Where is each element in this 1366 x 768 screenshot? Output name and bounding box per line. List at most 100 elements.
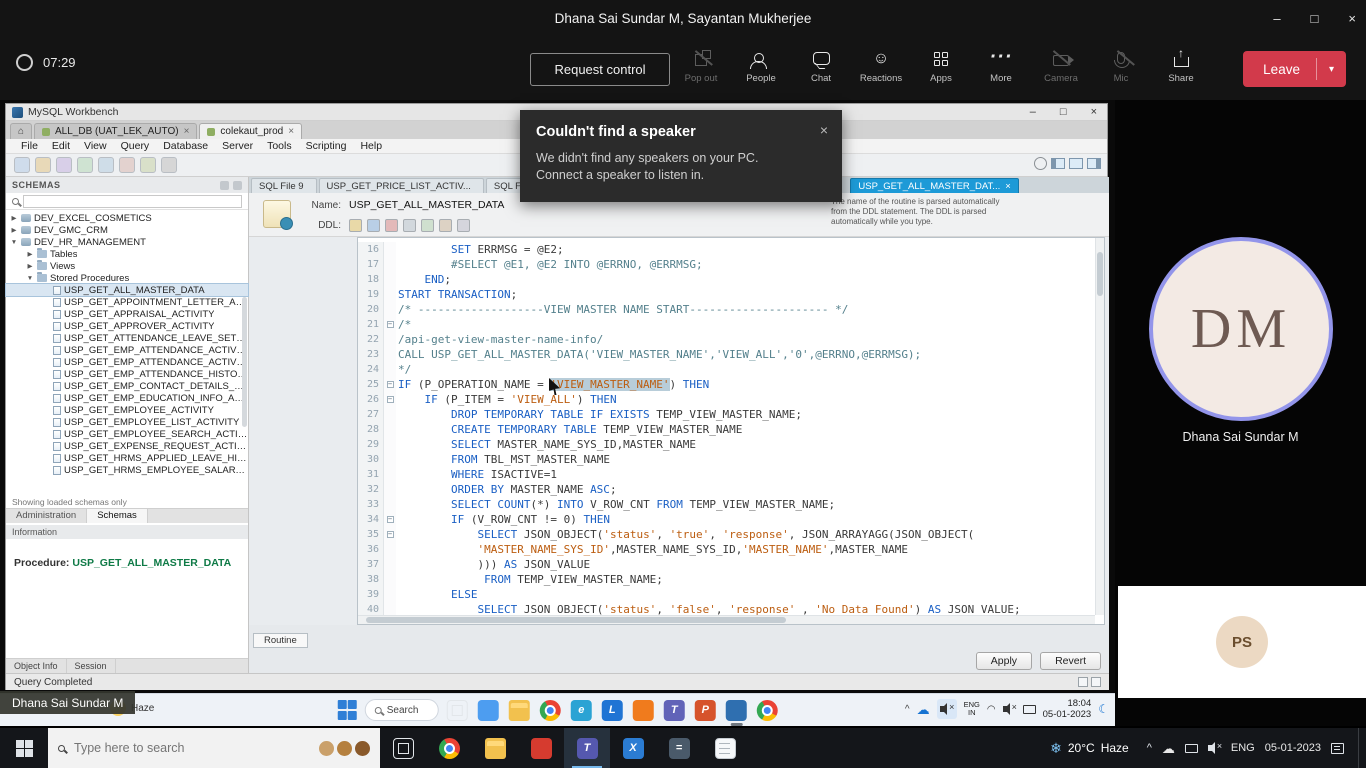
popout-button[interactable]: Pop out bbox=[678, 44, 724, 84]
task-view-icon[interactable] bbox=[380, 728, 426, 768]
tree-item[interactable]: ▶ Tables bbox=[6, 248, 248, 260]
camera-button[interactable]: Camera bbox=[1038, 44, 1084, 84]
comment-icon[interactable] bbox=[439, 219, 452, 232]
sidebar-bottom-tab[interactable]: Session bbox=[67, 659, 116, 673]
tree-item[interactable]: USP_GET_EMPLOYEE_LIST_ACTIVITY bbox=[6, 416, 248, 428]
search-input[interactable] bbox=[74, 741, 310, 755]
mic-button[interactable]: Mic bbox=[1098, 44, 1144, 84]
code-line[interactable]: 26 − IF (P_ITEM = 'VIEW_ALL') THEN bbox=[358, 392, 1095, 407]
fold-marker[interactable] bbox=[384, 452, 396, 467]
taskbar-search[interactable]: Search bbox=[365, 699, 439, 721]
share-button[interactable]: Share bbox=[1158, 44, 1204, 84]
code-line[interactable]: 31 WHERE ISACTIVE=1 bbox=[358, 467, 1095, 482]
chat-button[interactable]: Chat bbox=[798, 44, 844, 84]
leave-button[interactable]: Leave ▾ bbox=[1243, 51, 1346, 87]
blue-l-app-icon[interactable]: L bbox=[602, 700, 623, 721]
fold-marker[interactable]: − bbox=[384, 527, 396, 542]
toggle-sidebar-icon[interactable] bbox=[1051, 158, 1065, 169]
fold-marker[interactable] bbox=[384, 542, 396, 557]
fold-marker[interactable] bbox=[384, 482, 396, 497]
tree-item[interactable]: USP_GET_EMP_ATTENDANCE_ACTIVITY_APP... bbox=[6, 356, 248, 368]
beautify-icon[interactable] bbox=[421, 219, 434, 232]
code-line[interactable]: 39 ELSE bbox=[358, 587, 1095, 602]
blue-x-app-icon[interactable]: X bbox=[610, 728, 656, 768]
open-script-icon[interactable] bbox=[35, 157, 51, 173]
expander-icon[interactable]: ▶ bbox=[10, 226, 18, 234]
code-line[interactable]: 38 FROM TEMP_VIEW_MASTER_NAME; bbox=[358, 572, 1095, 587]
fold-marker[interactable] bbox=[384, 407, 396, 422]
language-indicator[interactable]: ENG bbox=[1231, 742, 1255, 754]
tree-item[interactable]: USP_GET_ATTENDANCE_LEAVE_SETTINGS_A... bbox=[6, 332, 248, 344]
tree-item[interactable]: ▼ DEV_HR_MANAGEMENT bbox=[6, 236, 248, 248]
save-icon[interactable] bbox=[367, 219, 380, 232]
open-file-icon[interactable] bbox=[349, 219, 362, 232]
fold-marker[interactable] bbox=[384, 242, 396, 257]
tree-item[interactable]: USP_GET_EMPLOYEE_ACTIVITY bbox=[6, 404, 248, 416]
tree-item[interactable]: ▶ Views bbox=[6, 260, 248, 272]
routine-tab[interactable]: Routine bbox=[253, 633, 308, 648]
tree-item[interactable]: USP_GET_APPROVER_ACTIVITY bbox=[6, 320, 248, 332]
sidebar-panel-tab[interactable]: Administration bbox=[6, 509, 86, 523]
reactions-button[interactable]: Reactions bbox=[858, 44, 904, 84]
more-button[interactable]: More bbox=[978, 44, 1024, 84]
clock[interactable]: 05-01-2023 bbox=[1265, 742, 1321, 754]
volume-muted-icon[interactable] bbox=[1003, 706, 1007, 712]
close-toast-icon[interactable]: × bbox=[820, 122, 828, 138]
tray-chevron-icon[interactable]: ^ bbox=[905, 704, 910, 715]
onedrive-icon[interactable]: ☁ bbox=[917, 703, 930, 716]
close-tab-icon[interactable]: × bbox=[1005, 181, 1011, 192]
fold-marker[interactable] bbox=[384, 587, 396, 602]
code-line[interactable]: 21 − /* bbox=[358, 317, 1095, 332]
new-view-icon[interactable] bbox=[98, 157, 114, 173]
teams-icon[interactable]: T bbox=[664, 700, 685, 721]
red-app-icon[interactable] bbox=[518, 728, 564, 768]
fold-marker[interactable] bbox=[384, 602, 396, 615]
wifi-icon[interactable]: ◠ bbox=[987, 704, 996, 715]
file-explorer-icon[interactable] bbox=[472, 728, 518, 768]
search-data-icon[interactable] bbox=[161, 157, 177, 173]
new-function-icon[interactable] bbox=[140, 157, 156, 173]
apply-button[interactable]: Apply bbox=[976, 652, 1032, 670]
wb-minimize-icon[interactable]: – bbox=[1030, 106, 1036, 118]
minimize-window-icon[interactable]: – bbox=[1273, 11, 1280, 26]
file-explorer-icon[interactable] bbox=[509, 700, 530, 721]
editor-tab[interactable]: USP_GET_ALL_MASTER_DAT... × bbox=[850, 178, 1018, 193]
fold-marker[interactable] bbox=[384, 467, 396, 482]
tray-chevron-icon[interactable]: ^ bbox=[1147, 742, 1152, 754]
edge-icon[interactable]: e bbox=[571, 700, 592, 721]
toggle-output-icon[interactable] bbox=[1069, 158, 1083, 169]
chrome-profile-icon[interactable] bbox=[757, 700, 778, 721]
start-button[interactable] bbox=[337, 700, 357, 720]
code-line[interactable]: 16 SET ERRMSG = @E2; bbox=[358, 242, 1095, 257]
tree-item[interactable]: ▼ Stored Procedures bbox=[6, 272, 248, 284]
fold-marker[interactable] bbox=[384, 302, 396, 317]
editor-tab[interactable]: USP_GET_PRICE_LIST_ACTIV... bbox=[319, 178, 484, 193]
grid-toggle-icon[interactable] bbox=[1078, 677, 1088, 687]
menu-item[interactable]: Database bbox=[156, 140, 215, 152]
fold-marker[interactable] bbox=[384, 422, 396, 437]
chrome-icon[interactable] bbox=[426, 728, 472, 768]
fold-marker[interactable] bbox=[384, 257, 396, 272]
scrollbar-thumb[interactable] bbox=[1097, 252, 1103, 296]
tree-item[interactable]: USP_GET_HRMS_EMPLOYEE_SALARY_SLIP_A... bbox=[6, 464, 248, 476]
menu-item[interactable]: File bbox=[14, 140, 45, 152]
volume-muted-icon[interactable] bbox=[1208, 745, 1212, 751]
close-window-icon[interactable]: × bbox=[1348, 11, 1356, 26]
display-icon[interactable] bbox=[1185, 744, 1198, 753]
touch-keyboard-icon[interactable] bbox=[1023, 705, 1036, 714]
fold-marker[interactable]: − bbox=[384, 317, 396, 332]
schema-options-icon[interactable] bbox=[233, 181, 242, 190]
menu-item[interactable]: Help bbox=[353, 140, 389, 152]
code-line[interactable]: 17 #SELECT @E1, @E2 INTO @ERRNO, @ERRMSG… bbox=[358, 257, 1095, 272]
close-tab-icon[interactable]: × bbox=[288, 126, 294, 137]
code-line[interactable]: 27 DROP TEMPORARY TABLE IF EXISTS TEMP_V… bbox=[358, 407, 1095, 422]
people-button[interactable]: People bbox=[738, 44, 784, 84]
close-tab-icon[interactable]: × bbox=[184, 126, 190, 137]
apps-button[interactable]: Apps bbox=[918, 44, 964, 84]
revert-icon[interactable] bbox=[385, 219, 398, 232]
ddl-code-editor[interactable]: 16 SET ERRMSG = @E2; 17 #SELECT @E1, @E2… bbox=[357, 237, 1105, 625]
menu-item[interactable]: Edit bbox=[45, 140, 77, 152]
code-line[interactable]: 34 − IF (V_ROW_CNT != 0) THEN bbox=[358, 512, 1095, 527]
new-procedure-icon[interactable] bbox=[119, 157, 135, 173]
calculator-icon[interactable]: = bbox=[656, 728, 702, 768]
